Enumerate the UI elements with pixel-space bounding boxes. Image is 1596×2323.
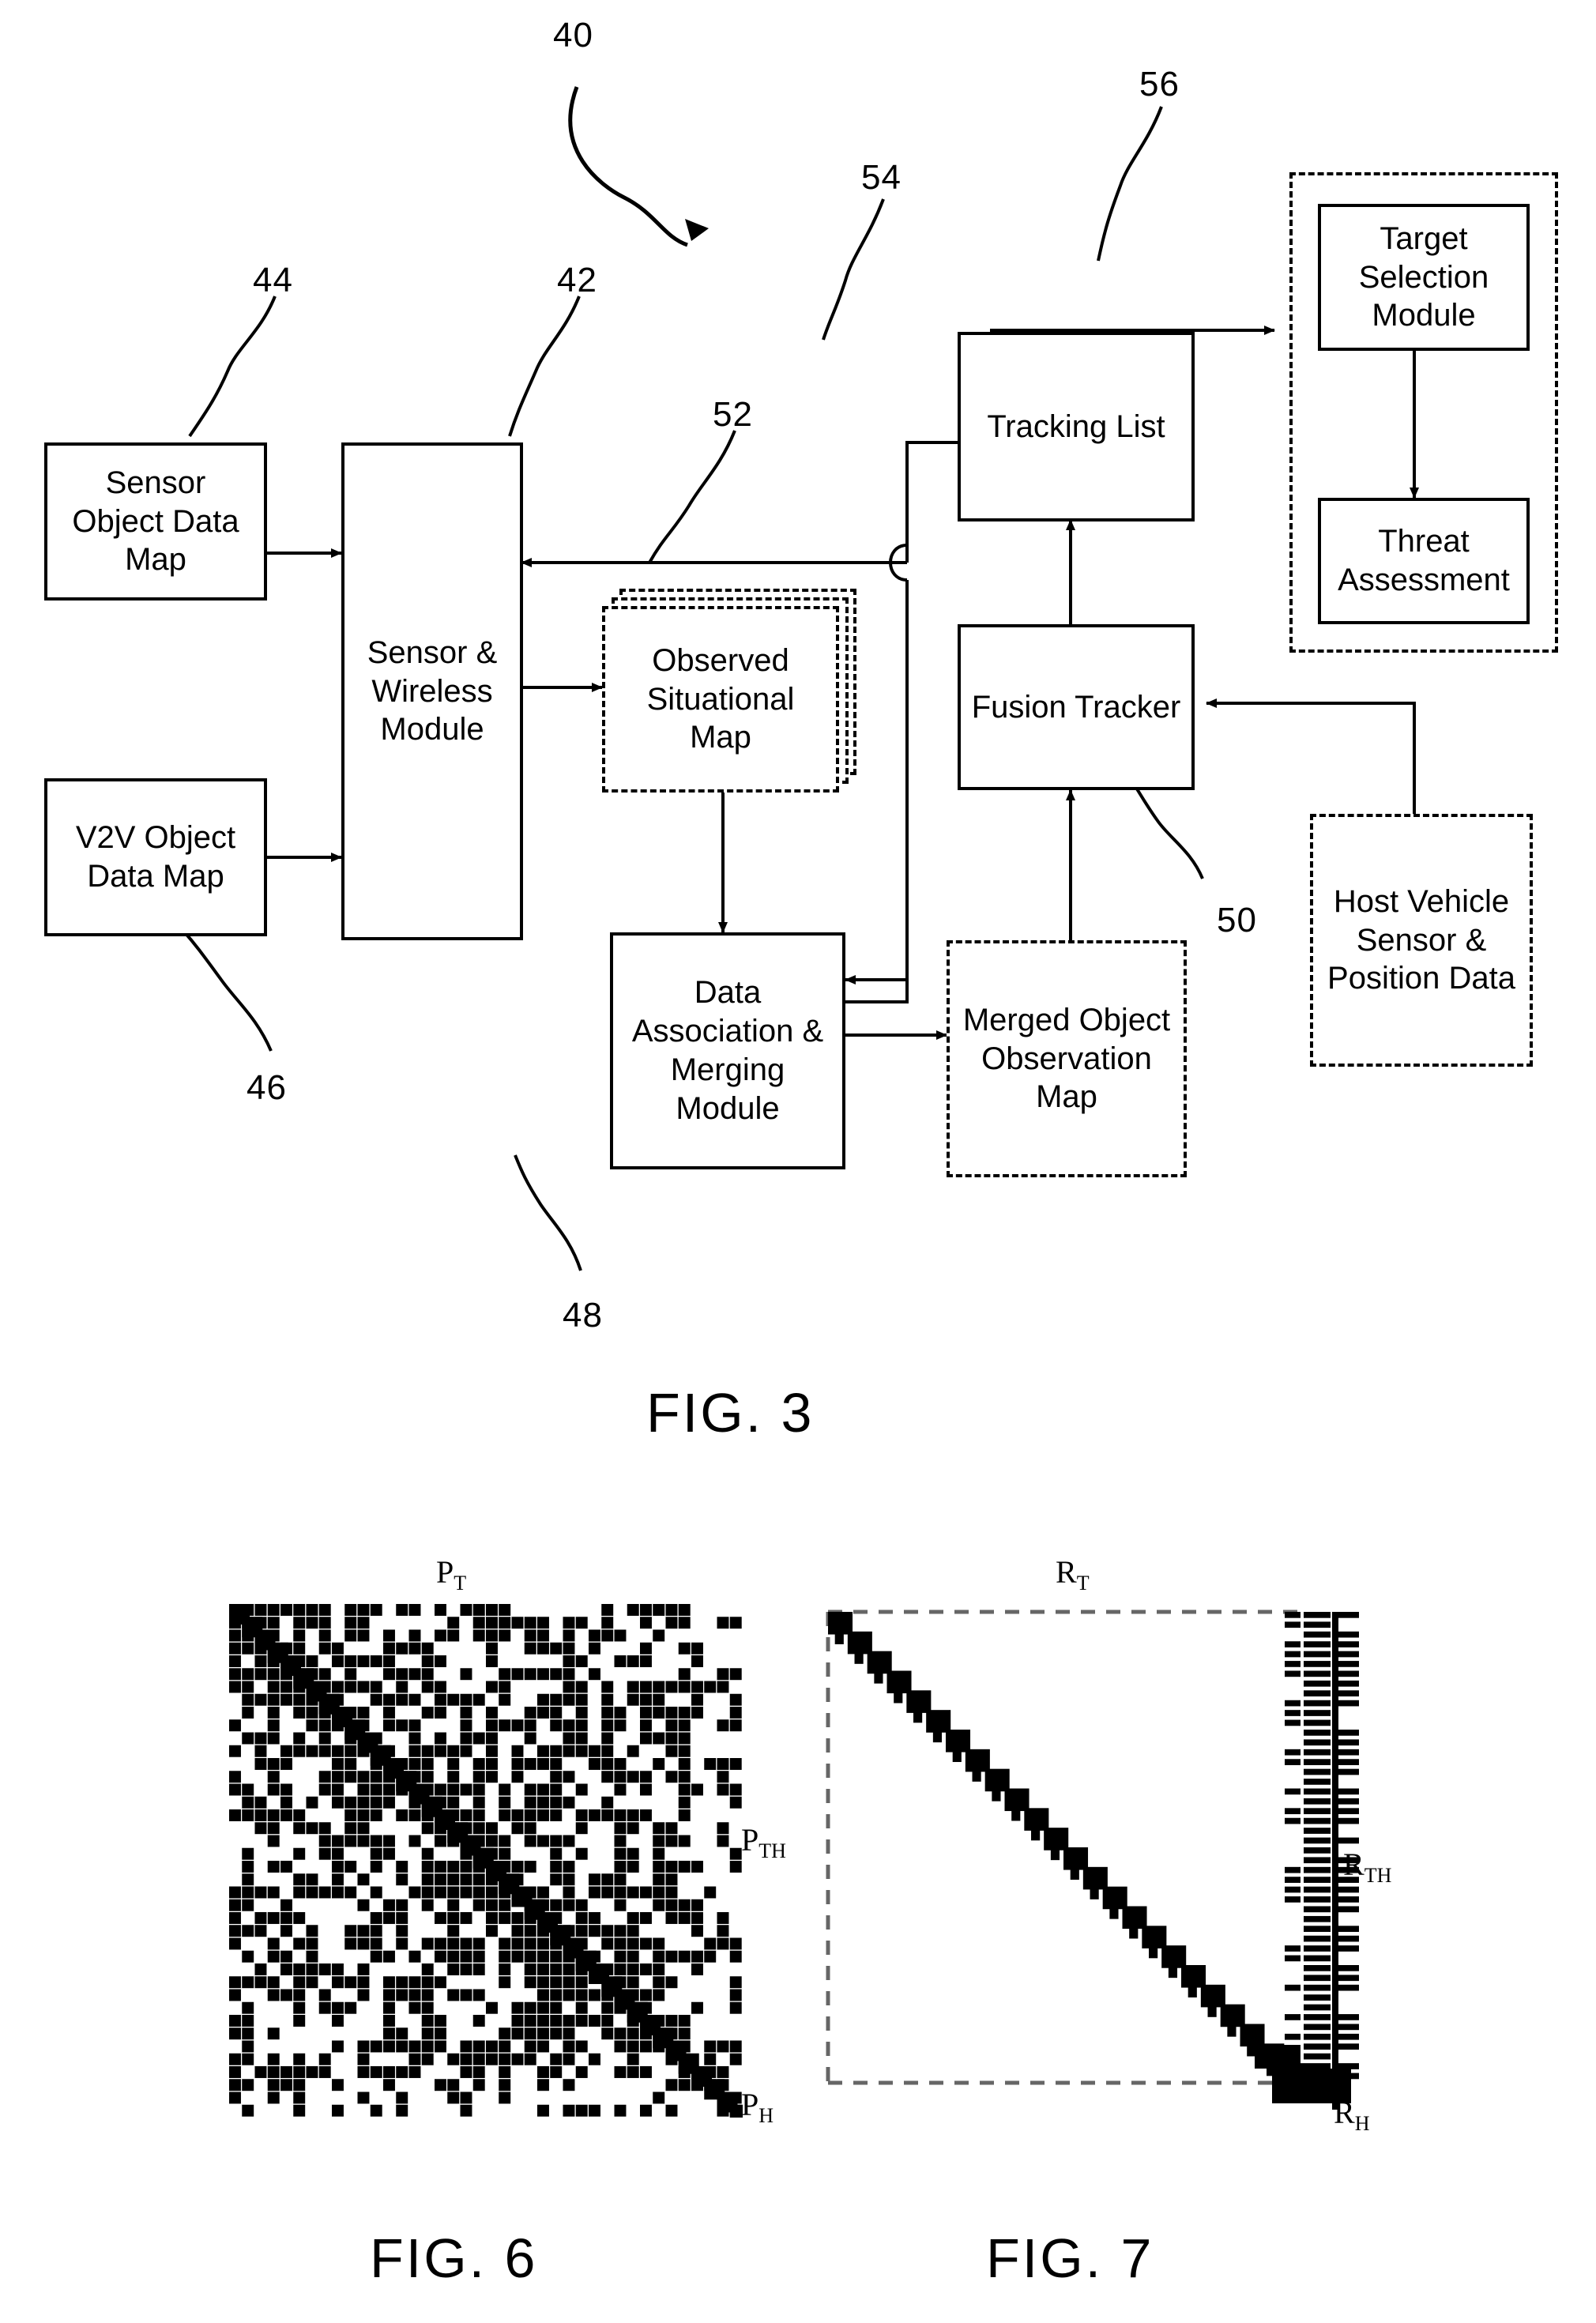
figure6-label-ph-base: P: [741, 2087, 759, 2122]
figure3-caption: FIG. 3: [646, 1382, 815, 1444]
box-label: Sensor Object Data Map: [72, 465, 239, 578]
figure6-caption: FIG. 6: [370, 2227, 538, 2289]
refnum-54: 54: [861, 158, 902, 197]
box-label: Target Selection Module: [1358, 220, 1489, 333]
figure7-label-rt: RT: [1056, 1553, 1090, 1595]
figure6-label-ph-sub: H: [758, 2104, 774, 2127]
refnum-48: 48: [563, 1296, 603, 1335]
box-fusion-tracker: Fusion Tracker: [958, 624, 1195, 790]
refnum-46: 46: [247, 1068, 287, 1107]
box-data-association-merging-module: Data Association & Merging Module: [610, 932, 845, 1169]
figure6-label-pth-sub: TH: [758, 1839, 786, 1862]
refnum-50: 50: [1217, 901, 1257, 939]
box-merged-object-observation-map: Merged Object Observation Map: [947, 940, 1187, 1177]
box-label: Tracking List: [987, 409, 1165, 444]
box-host-vehicle-sensor-position-data: Host Vehicle Sensor & Position Data: [1310, 814, 1533, 1067]
box-label: Threat Assessment: [1338, 524, 1510, 597]
box-target-selection-module: Target Selection Module: [1318, 204, 1530, 351]
box-threat-assessment: Threat Assessment: [1318, 498, 1530, 624]
figure7-caption: FIG. 7: [986, 2227, 1154, 2289]
figure6-label-ph: PH: [741, 2086, 774, 2128]
figure6-label-pth: PTH: [741, 1821, 786, 1863]
figure6-label-pt: PT: [436, 1553, 466, 1595]
stack-observed-situational-map: Observed Situational Map: [602, 589, 863, 794]
refnum-40: 40: [553, 16, 593, 55]
box-label: Host Vehicle Sensor & Position Data: [1327, 883, 1515, 996]
figure7-label-rt-base: R: [1056, 1554, 1077, 1590]
box-label: Merged Object Observation Map: [962, 1002, 1171, 1115]
box-label: V2V Object Data Map: [75, 820, 236, 894]
figure7-label-rth-sub: TH: [1364, 1864, 1392, 1887]
figure7-matrix: [822, 1604, 1375, 2118]
box-label: Fusion Tracker: [971, 689, 1181, 725]
figure6-label-pth-base: P: [741, 1822, 759, 1858]
box-label: Data Association & Merging Module: [631, 975, 824, 1126]
figure6-matrix-svg: [229, 1604, 743, 2118]
box-label: Sensor & Wireless Module: [367, 634, 498, 747]
figure7-label-rh-sub: H: [1354, 2112, 1370, 2135]
figure6-label-pt-base: P: [436, 1554, 454, 1590]
figure7-label-rh-base: R: [1334, 2095, 1355, 2130]
figure7-label-rth-base: R: [1343, 1847, 1365, 1882]
refnum-52: 52: [713, 395, 753, 434]
box-observed-situational-map: Observed Situational Map: [602, 606, 839, 793]
figure7-label-rth: RTH: [1343, 1846, 1391, 1888]
figure6-matrix: [229, 1604, 743, 2118]
refnum-42: 42: [557, 261, 597, 299]
box-sensor-wireless-module: Sensor & Wireless Module: [341, 442, 523, 940]
figure7-matrix-svg: [822, 1604, 1375, 2118]
patent-drawing-sheet: Sensor Object Data Map V2V Object Data M…: [0, 0, 1596, 2323]
figure7-label-rt-sub: T: [1076, 1572, 1090, 1594]
refnum-56: 56: [1139, 65, 1180, 104]
box-tracking-list: Tracking List: [958, 332, 1195, 521]
figure7-label-rh: RH: [1334, 2094, 1369, 2136]
refnum-44: 44: [253, 261, 293, 299]
figure6-label-pt-sub: T: [454, 1572, 467, 1594]
box-label: Observed Situational Map: [646, 642, 795, 755]
box-v2v-object-data-map: V2V Object Data Map: [44, 778, 267, 936]
box-sensor-object-data-map: Sensor Object Data Map: [44, 442, 267, 601]
